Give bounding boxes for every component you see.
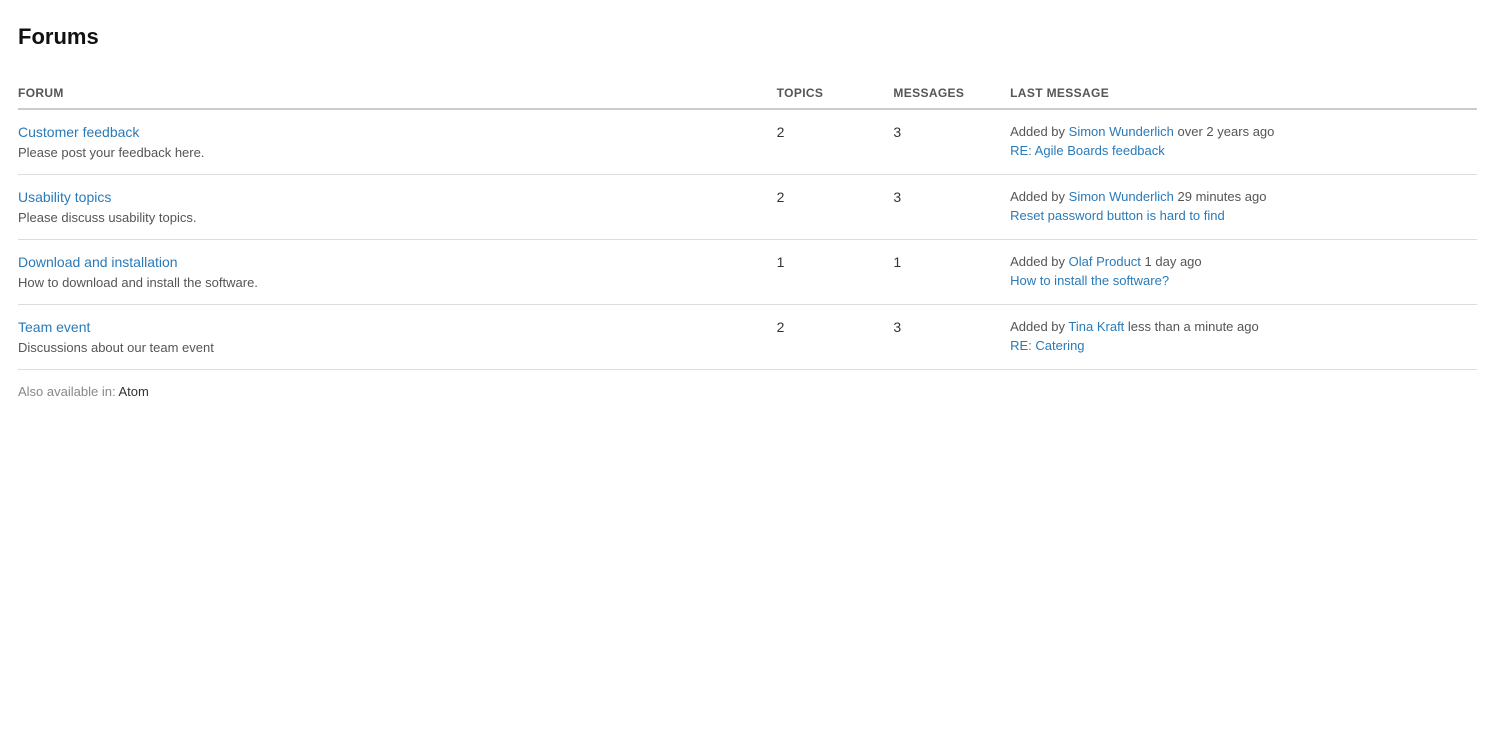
last-message-suffix: ago <box>1241 189 1266 204</box>
last-message-suffix: ago <box>1176 254 1201 269</box>
last-message-user-link[interactable]: Olaf Product <box>1069 254 1141 269</box>
last-message-time: over 2 years <box>1174 124 1249 139</box>
last-message-cell: Added by Simon Wunderlich 29 minutes ago… <box>1010 175 1477 240</box>
last-message-time: 29 minutes <box>1174 189 1241 204</box>
last-message-prefix: Added by <box>1010 189 1069 204</box>
last-message-topic-link[interactable]: RE: Catering <box>1010 338 1467 353</box>
table-body: Customer feedback Please post your feedba… <box>18 109 1477 370</box>
last-message-added: Added by Olaf Product 1 day ago <box>1010 254 1467 269</box>
last-message-cell: Added by Olaf Product 1 day ago How to in… <box>1010 240 1477 305</box>
table-header: FORUM TOPICS MESSAGES LAST MESSAGE <box>18 78 1477 109</box>
also-available-label: Also available in: <box>18 384 118 399</box>
last-message-prefix: Added by <box>1010 124 1069 139</box>
last-message-topic-link[interactable]: Reset password button is hard to find <box>1010 208 1467 223</box>
messages-count: 1 <box>893 240 1010 305</box>
last-message-user-link[interactable]: Simon Wunderlich <box>1069 124 1174 139</box>
atom-link[interactable]: Atom <box>118 384 148 399</box>
last-message-suffix: ago <box>1233 319 1258 334</box>
last-message-added: Added by Simon Wunderlich over 2 years a… <box>1010 124 1467 139</box>
topics-count: 2 <box>777 109 894 175</box>
forum-name-link[interactable]: Customer feedback <box>18 124 767 140</box>
last-message-cell: Added by Simon Wunderlich over 2 years a… <box>1010 109 1477 175</box>
topics-count: 1 <box>777 240 894 305</box>
last-message-time: less than a minute <box>1124 319 1233 334</box>
forum-cell: Customer feedback Please post your feedba… <box>18 109 777 175</box>
forum-cell: Usability topics Please discuss usability… <box>18 175 777 240</box>
forum-name-link[interactable]: Usability topics <box>18 189 767 205</box>
forum-name-link[interactable]: Download and installation <box>18 254 767 270</box>
topics-count: 2 <box>777 175 894 240</box>
forum-cell: Download and installation How to download… <box>18 240 777 305</box>
column-header-topics: TOPICS <box>777 78 894 109</box>
last-message-prefix: Added by <box>1010 254 1069 269</box>
last-message-suffix: ago <box>1249 124 1274 139</box>
last-message-topic-link[interactable]: How to install the software? <box>1010 273 1467 288</box>
last-message-topic-link[interactable]: RE: Agile Boards feedback <box>1010 143 1467 158</box>
last-message-added: Added by Tina Kraft less than a minute a… <box>1010 319 1467 334</box>
forum-cell: Team event Discussions about our team eve… <box>18 305 777 370</box>
topics-count: 2 <box>777 305 894 370</box>
messages-count: 3 <box>893 109 1010 175</box>
table-row: Customer feedback Please post your feedba… <box>18 109 1477 175</box>
also-available: Also available in: Atom <box>18 384 1477 399</box>
last-message-prefix: Added by <box>1010 319 1068 334</box>
table-row: Team event Discussions about our team eve… <box>18 305 1477 370</box>
messages-count: 3 <box>893 305 1010 370</box>
last-message-user-link[interactable]: Tina Kraft <box>1068 319 1124 334</box>
forums-table: FORUM TOPICS MESSAGES LAST MESSAGE Custo… <box>18 78 1477 370</box>
page-title: Forums <box>18 24 1477 50</box>
forum-description: Please discuss usability topics. <box>18 210 196 225</box>
last-message-added: Added by Simon Wunderlich 29 minutes ago <box>1010 189 1467 204</box>
messages-count: 3 <box>893 175 1010 240</box>
forum-description: How to download and install the software… <box>18 275 258 290</box>
forum-name-link[interactable]: Team event <box>18 319 767 335</box>
column-header-forum: FORUM <box>18 78 777 109</box>
last-message-time: 1 day <box>1141 254 1176 269</box>
table-row: Download and installation How to download… <box>18 240 1477 305</box>
column-header-last-message: LAST MESSAGE <box>1010 78 1477 109</box>
last-message-user-link[interactable]: Simon Wunderlich <box>1069 189 1174 204</box>
last-message-cell: Added by Tina Kraft less than a minute a… <box>1010 305 1477 370</box>
forum-description: Discussions about our team event <box>18 340 214 355</box>
column-header-messages: MESSAGES <box>893 78 1010 109</box>
table-row: Usability topics Please discuss usability… <box>18 175 1477 240</box>
forum-description: Please post your feedback here. <box>18 145 204 160</box>
